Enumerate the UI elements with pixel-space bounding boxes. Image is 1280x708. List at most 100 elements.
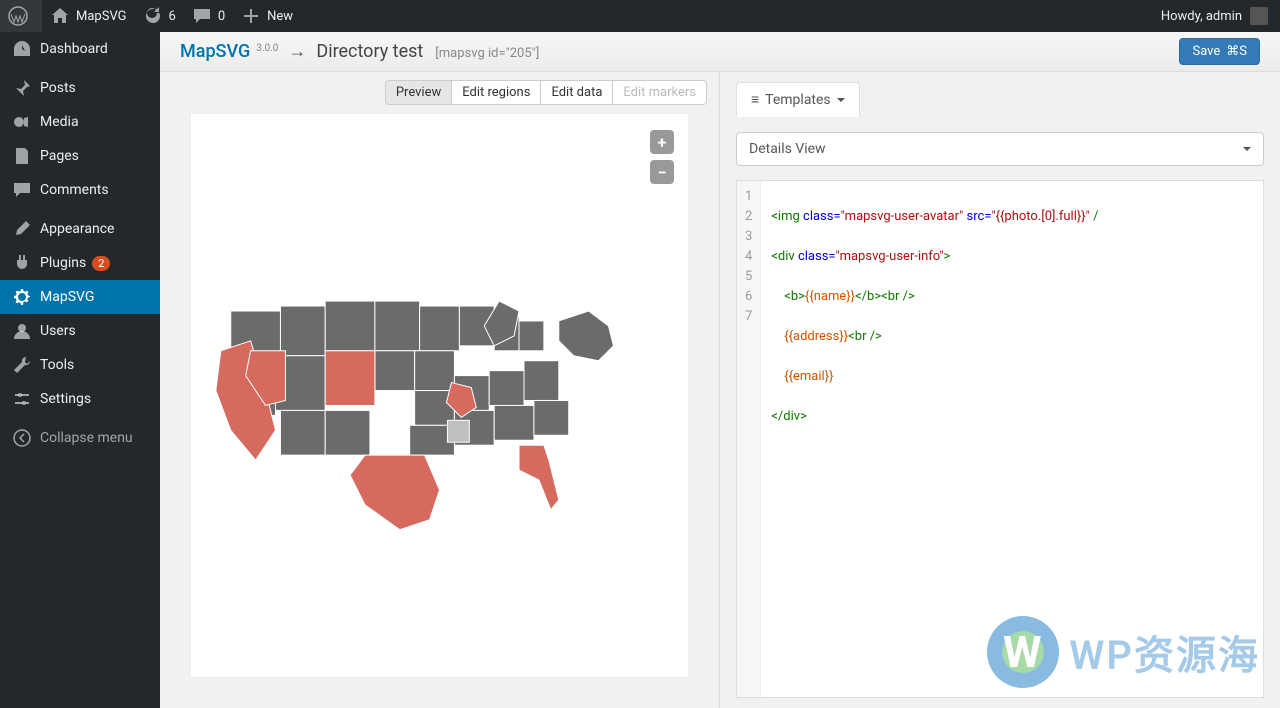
- state-wyoming: [325, 351, 375, 406]
- tab-preview[interactable]: Preview: [385, 80, 452, 105]
- admin-bar-right[interactable]: Howdy, admin: [1161, 0, 1280, 32]
- plugins-badge: 2: [92, 256, 110, 271]
- state-arkansas: [447, 420, 469, 442]
- line-gutter: 1 2 3 4 5 6 7: [737, 181, 761, 697]
- sidebar-label: Plugins: [40, 255, 86, 271]
- line-num: 2: [745, 207, 752, 227]
- sidebar-item-mapsvg[interactable]: MapSVG: [0, 280, 160, 314]
- plug-icon: [12, 253, 32, 273]
- new-label: New: [267, 9, 293, 24]
- collapse-icon: [12, 428, 32, 448]
- watermark: W WP资源海: [987, 616, 1260, 688]
- line-num: 3: [745, 227, 752, 247]
- template-dropdown[interactable]: Details View: [736, 132, 1264, 166]
- plugin-link[interactable]: MapSVG: [180, 41, 250, 62]
- sidebar-item-plugins[interactable]: Plugins 2: [0, 246, 160, 280]
- sidebar-label: Appearance: [40, 221, 114, 237]
- comments-bubble[interactable]: 0: [184, 0, 233, 32]
- comments-count: 0: [218, 9, 225, 24]
- sidebar-label: Pages: [40, 148, 79, 164]
- line-num: 1: [745, 187, 752, 207]
- sliders-icon: [12, 389, 32, 409]
- state-florida: [519, 445, 559, 510]
- sidebar-item-tools[interactable]: Tools: [0, 348, 160, 382]
- usa-map[interactable]: [191, 114, 688, 677]
- zoom-out-button[interactable]: −: [650, 160, 674, 184]
- updates[interactable]: 6: [135, 0, 184, 32]
- left-pane: Preview Edit regions Edit data Edit mark…: [160, 72, 720, 708]
- refresh-icon: [143, 6, 163, 26]
- site-name-label: MapSVG: [76, 9, 127, 24]
- site-name[interactable]: MapSVG: [42, 0, 135, 32]
- user-icon: [12, 321, 32, 341]
- state-texas: [350, 455, 439, 530]
- tab-templates[interactable]: ≡ Templates: [736, 82, 860, 117]
- watermark-logo: W: [987, 616, 1059, 688]
- avatar: [1250, 7, 1268, 25]
- page-header: MapSVG 3.0.0 → Directory test [mapsvg id…: [160, 32, 1280, 72]
- caret-down-icon: [1243, 147, 1251, 151]
- tab-edit-regions[interactable]: Edit regions: [451, 80, 541, 105]
- sidebar-item-pages[interactable]: Pages: [0, 139, 160, 173]
- tab-edit-data[interactable]: Edit data: [540, 80, 613, 105]
- map-title: Directory test: [316, 41, 423, 62]
- sidebar-label: Dashboard: [40, 41, 108, 57]
- sidebar-label: Comments: [40, 182, 109, 198]
- gear-icon: [12, 287, 32, 307]
- new-content[interactable]: New: [233, 0, 301, 32]
- zoom-in-button[interactable]: +: [650, 130, 674, 154]
- home-icon: [50, 6, 70, 26]
- plugin-version: 3.0.0: [256, 43, 278, 54]
- caret-down-icon: [837, 98, 845, 102]
- howdy-text: Howdy, admin: [1161, 9, 1242, 24]
- sidebar-item-users[interactable]: Users: [0, 314, 160, 348]
- sidebar-item-comments[interactable]: Comments: [0, 173, 160, 207]
- dropdown-value: Details View: [749, 141, 826, 157]
- save-hint: ⌘S: [1226, 44, 1247, 59]
- save-label: Save: [1192, 44, 1220, 59]
- zoom-controls: + −: [650, 130, 674, 184]
- collapse-label: Collapse menu: [40, 430, 133, 446]
- right-pane: ≡ Templates Details View 1 2 3 4 5 6 7: [720, 72, 1280, 708]
- updates-count: 6: [169, 9, 176, 24]
- sidebar-label: Tools: [40, 357, 74, 373]
- dashboard-icon: [12, 39, 32, 59]
- hamburger-icon: ≡: [751, 91, 759, 108]
- wrench-icon: [12, 355, 32, 375]
- sidebar-label: Settings: [40, 391, 91, 407]
- wordpress-icon: [8, 6, 28, 26]
- line-num: 6: [745, 287, 752, 307]
- media-icon: [12, 112, 32, 132]
- comment-icon: [12, 180, 32, 200]
- admin-bar-left: MapSVG 6 0 New: [0, 0, 301, 32]
- plus-icon: [241, 6, 261, 26]
- admin-sidebar: Dashboard Posts Media Pages Comments App…: [0, 32, 160, 708]
- sidebar-item-media[interactable]: Media: [0, 105, 160, 139]
- sidebar-label: Users: [40, 323, 76, 339]
- watermark-text: WP资源海: [1069, 623, 1260, 681]
- collapse-menu[interactable]: Collapse menu: [0, 421, 160, 455]
- wp-logo[interactable]: [0, 0, 42, 32]
- breadcrumb-arrow: →: [288, 41, 306, 62]
- content-split: Preview Edit regions Edit data Edit mark…: [160, 72, 1280, 708]
- main-content: MapSVG 3.0.0 → Directory test [mapsvg id…: [160, 32, 1280, 708]
- edit-tabs: Preview Edit regions Edit data Edit mark…: [160, 72, 719, 113]
- sidebar-label: MapSVG: [40, 289, 94, 305]
- save-button[interactable]: Save ⌘S: [1179, 38, 1260, 65]
- shortcode: [mapsvg id="205"]: [435, 46, 539, 61]
- comment-icon: [192, 6, 212, 26]
- sidebar-item-dashboard[interactable]: Dashboard: [0, 32, 160, 66]
- sidebar-label: Media: [40, 114, 79, 130]
- brush-icon: [12, 219, 32, 239]
- pin-icon: [12, 78, 32, 98]
- line-num: 4: [745, 247, 752, 267]
- sidebar-item-appearance[interactable]: Appearance: [0, 212, 160, 246]
- tab-edit-markers: Edit markers: [612, 80, 707, 105]
- line-num: 5: [745, 267, 752, 287]
- templates-label: Templates: [765, 92, 831, 108]
- page-title: MapSVG 3.0.0 → Directory test [mapsvg id…: [180, 41, 539, 62]
- sidebar-item-posts[interactable]: Posts: [0, 71, 160, 105]
- page-icon: [12, 146, 32, 166]
- sidebar-item-settings[interactable]: Settings: [0, 382, 160, 416]
- map-preview[interactable]: + −: [190, 113, 689, 678]
